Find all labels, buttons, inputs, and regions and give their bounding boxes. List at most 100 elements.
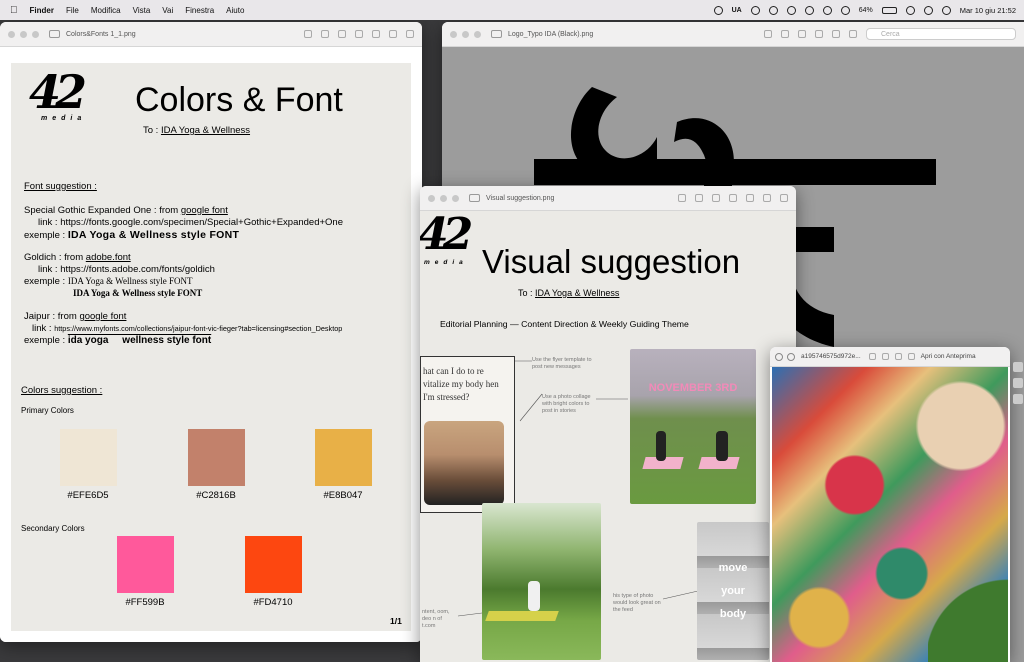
event-person-2 (716, 431, 728, 461)
open-with-preview-button[interactable]: Apri con Anteprima (921, 353, 976, 360)
control-center-icon[interactable] (941, 5, 951, 15)
font-1-link: link : https://fonts.google.com/specimen… (38, 217, 343, 228)
primary-colors-label: Primary Colors (21, 406, 74, 415)
minimize-icon[interactable] (440, 194, 447, 202)
markup-icon[interactable] (881, 353, 889, 360)
search-field[interactable]: Cerca (866, 28, 1016, 40)
page-title: Visual suggestion (482, 243, 741, 280)
airdrop-icon[interactable] (768, 5, 778, 15)
window-toolbar: Colors&Fonts 1_1.png (0, 22, 422, 47)
font-3-example: exemple : ida yoga wellness style font (24, 335, 212, 346)
sidebar-icon[interactable] (469, 194, 480, 202)
share-icon[interactable] (729, 194, 737, 202)
event-person-1 (656, 431, 666, 461)
recipient-line: To : IDA Yoga & Wellness (143, 125, 251, 136)
zoom-icon[interactable] (452, 194, 459, 202)
window-title: Colors&Fonts 1_1.png (66, 30, 136, 38)
zoom-in-icon[interactable] (798, 30, 806, 38)
rotate-icon[interactable] (868, 353, 876, 360)
markup-icon[interactable] (746, 194, 754, 202)
park-mat (485, 611, 559, 621)
search-icon[interactable] (923, 5, 933, 15)
share-icon[interactable] (894, 353, 902, 360)
menu-file[interactable]: File (66, 6, 79, 15)
zoom-icon[interactable] (474, 30, 481, 38)
close-icon[interactable] (450, 30, 457, 38)
page-number: 1/1 (390, 616, 402, 626)
font-2-link: link : https://fonts.adobe.com/fonts/gol… (38, 264, 215, 275)
event-date-label: NOVEMBER 3RD (648, 382, 738, 394)
status-app-icon[interactable] (713, 5, 723, 15)
bell-icon[interactable] (822, 5, 832, 15)
visual-suggestion-window: Visual suggestion.png 42 media Visual su… (420, 186, 796, 662)
arch-opening (928, 552, 1008, 662)
menu-view[interactable]: Vista (133, 6, 151, 15)
minimize-icon[interactable] (20, 30, 27, 38)
font-2-example-bold: IDA Yoga & Wellness style FONT (73, 288, 203, 298)
close-icon[interactable] (428, 194, 435, 202)
info-icon[interactable] (304, 30, 312, 38)
menu-go[interactable]: Vai (162, 6, 173, 15)
info-icon[interactable] (764, 30, 772, 38)
user-icon[interactable] (840, 5, 850, 15)
markup-icon[interactable] (372, 30, 380, 38)
swatch-secondary-1 (117, 536, 174, 593)
rotate-icon[interactable] (763, 194, 771, 202)
battery-icon[interactable] (881, 6, 897, 14)
menu-edit[interactable]: Modifica (91, 6, 121, 15)
share-icon[interactable] (355, 30, 363, 38)
zoom-out-icon[interactable] (321, 30, 329, 38)
desktop-icon-1[interactable] (1013, 362, 1023, 372)
info-icon[interactable] (678, 194, 686, 202)
zoom-out-icon[interactable] (781, 30, 789, 38)
rotate-icon[interactable] (849, 30, 857, 38)
menu-app-name[interactable]: Finder (30, 6, 54, 15)
bluetooth-icon[interactable] (786, 5, 796, 15)
play-icon[interactable] (804, 5, 814, 15)
swatch-primary-3 (315, 429, 372, 486)
note-feed-photo: his type of photo would look great on th… (613, 593, 661, 613)
markup-icon[interactable] (832, 30, 840, 38)
editorial-subtitle: Editorial Planning — Content Direction &… (440, 319, 689, 329)
font-1-example: exemple : IDA Yoga & Wellness style FONT (24, 229, 240, 241)
font-3-name: Jaipur : from google font (24, 311, 127, 322)
swatch-primary-2 (188, 429, 245, 486)
share-icon[interactable] (815, 30, 823, 38)
window-controls (428, 194, 459, 202)
desktop-icon-2[interactable] (1013, 378, 1023, 388)
visual-page: 42 media Visual suggestion To : IDA Yoga… (420, 211, 796, 662)
clock[interactable]: Mar 10 giu 21:52 (960, 6, 1016, 15)
font-1-name: Special Gothic Expanded One : from googl… (24, 205, 228, 216)
sync-icon[interactable] (750, 5, 760, 15)
close-icon[interactable] (8, 30, 15, 38)
font-2-name: Goldich : from adobe.font (24, 252, 131, 263)
park-person (528, 581, 540, 611)
apple-menu-icon[interactable]:  (10, 5, 18, 16)
window-title: Visual suggestion.png (486, 194, 555, 202)
rotate-icon[interactable] (389, 30, 397, 38)
highlight-icon[interactable] (780, 194, 788, 202)
colors-fonts-window: Colors&Fonts 1_1.png 42 media Colors & F… (0, 22, 422, 642)
minimize-icon[interactable] (462, 30, 469, 38)
desktop-icon-3[interactable] (1013, 394, 1023, 404)
zoom-out-icon[interactable] (695, 194, 703, 202)
fullscreen-icon[interactable] (787, 352, 795, 361)
wifi-icon[interactable] (905, 5, 915, 15)
open-icon[interactable] (907, 353, 915, 360)
swatch-primary-2-hex: #C2816B (196, 490, 236, 501)
sidebar-icon[interactable] (49, 30, 60, 38)
highlight-icon[interactable] (406, 30, 414, 38)
keyboard-layout[interactable]: UA (732, 7, 742, 14)
close-icon[interactable] (775, 352, 783, 361)
zoom-in-icon[interactable] (338, 30, 346, 38)
zoom-in-icon[interactable] (712, 194, 720, 202)
menu-window[interactable]: Finestra (185, 6, 214, 15)
collage-word-move: move (718, 562, 748, 574)
park-yoga-photo (482, 503, 601, 660)
menu-help[interactable]: Aiuto (226, 6, 244, 15)
page-title: Colors & Font (135, 81, 343, 119)
sidebar-icon[interactable] (491, 30, 502, 38)
swatch-secondary-1-hex: #FF599B (125, 597, 165, 608)
quote-card: hat can I do to re vitalize my body hen … (420, 356, 515, 513)
zoom-icon[interactable] (32, 30, 39, 38)
